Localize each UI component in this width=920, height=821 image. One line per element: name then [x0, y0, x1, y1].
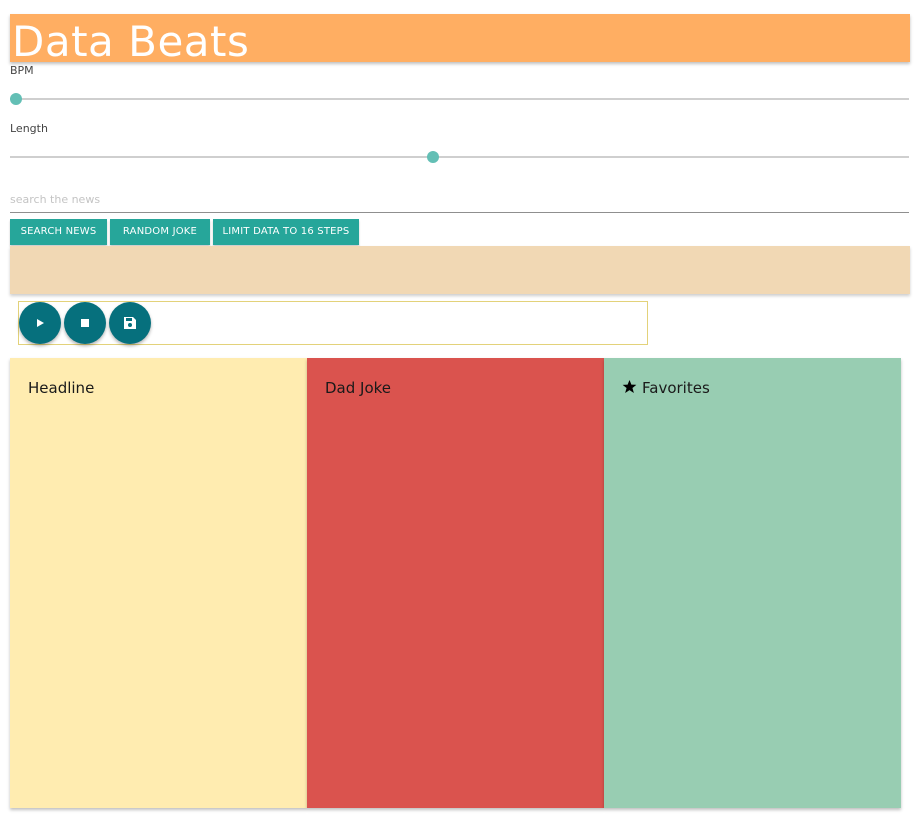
limit-data-button[interactable]: LIMIT DATA TO 16 STEPS — [213, 219, 359, 245]
favorites-panel: Favorites — [604, 358, 901, 808]
save-icon — [124, 317, 136, 329]
dad-joke-panel: Dad Joke — [307, 358, 604, 808]
app-title: Data Beats — [12, 17, 250, 62]
app-header: Data Beats — [10, 14, 910, 62]
save-button[interactable] — [109, 302, 151, 344]
stop-button[interactable] — [64, 302, 106, 344]
length-slider-track — [10, 156, 909, 158]
sequence-display — [10, 246, 910, 294]
headline-panel: Headline — [10, 358, 307, 808]
length-label: Length — [10, 122, 48, 135]
length-slider[interactable] — [10, 150, 909, 164]
play-button[interactable] — [19, 302, 61, 344]
bpm-slider[interactable] — [10, 92, 909, 106]
player-controls — [18, 301, 648, 345]
bpm-slider-thumb[interactable] — [10, 93, 22, 105]
length-slider-thumb[interactable] — [426, 151, 439, 163]
random-joke-button[interactable]: RANDOM JOKE — [110, 219, 210, 245]
bpm-slider-track — [10, 98, 909, 100]
stop-icon — [81, 319, 89, 327]
search-news-button[interactable]: SEARCH NEWS — [10, 219, 107, 245]
search-input[interactable] — [10, 186, 909, 213]
dad-joke-title: Dad Joke — [325, 379, 392, 397]
favorites-title: Favorites — [642, 379, 710, 397]
favorites-header: Favorites — [622, 379, 710, 397]
headline-title: Headline — [28, 379, 95, 397]
play-icon — [37, 319, 44, 327]
star-icon — [622, 379, 637, 393]
bpm-label: BPM — [10, 64, 34, 77]
